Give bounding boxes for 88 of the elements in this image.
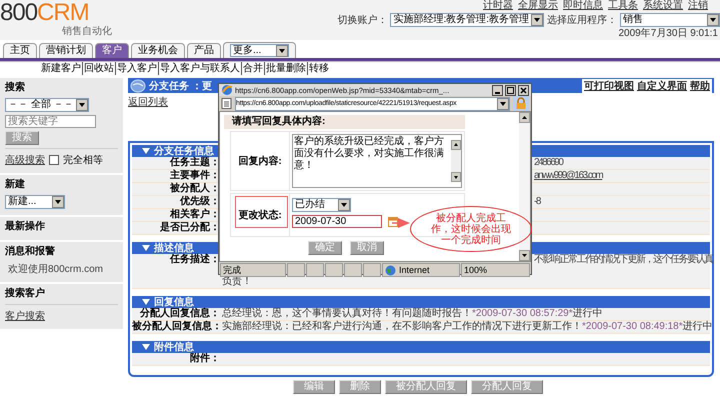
- section-title: 描述信息: [154, 242, 194, 254]
- field-label: 被分配人回复信息：: [132, 321, 220, 333]
- dropdown[interactable]: 更多...: [230, 44, 289, 57]
- tab[interactable]: 业务机会: [131, 43, 185, 58]
- nav-link[interactable]: 导入客户: [115, 62, 158, 75]
- callout-text: 被分配人完成工作，这时候会出现一个完成时间: [430, 212, 512, 246]
- checkbox-label: 完全相等: [63, 154, 103, 167]
- field-label: 回复内容:: [231, 132, 290, 190]
- back-link[interactable]: 返回列表: [128, 95, 168, 109]
- section-title: 回复信息: [154, 296, 194, 308]
- section-title: 消息和报警: [5, 245, 55, 259]
- nav-link[interactable]: 新建客户: [40, 62, 82, 75]
- page-title: 分支任务 ：更: [149, 80, 212, 92]
- sidebar-link[interactable]: 高级搜索: [5, 153, 45, 167]
- lock-icon: [513, 96, 529, 111]
- field-label: 任务描述：: [168, 254, 220, 267]
- field-value: 2486690: [534, 157, 562, 168]
- field-label: 优先级：: [178, 196, 220, 208]
- zone-text: Internet: [399, 264, 430, 276]
- section-title: 分支任务信息: [154, 144, 214, 157]
- caret-icon: [338, 199, 350, 211]
- date-time: 2009年7月30日 9:01:1: [618, 28, 718, 40]
- field-label: 是否已分配：: [159, 222, 220, 234]
- date-field[interactable]: 2009-07-30: [292, 215, 382, 228]
- caret-icon: [276, 44, 288, 56]
- page-icon: [221, 98, 232, 109]
- reply-text: 总经理说：恩，这个事情要认真对待！有问题随时报告！*2009-07-30 08:57:29*进行中: [222, 308, 604, 320]
- top-link[interactable]: 即时信息: [563, 0, 603, 11]
- calendar-icon: [388, 216, 398, 227]
- dropdown[interactable]: 销售: [620, 13, 720, 27]
- welcome-text: 欢迎使用800crm.com: [7, 262, 104, 276]
- field-label: 任务主题：: [168, 157, 220, 169]
- form-heading: 请填写回复具体内容:: [224, 115, 465, 129]
- field-value: -8: [534, 196, 540, 207]
- nav-link[interactable]: 导入客户与联系人: [158, 62, 241, 75]
- globe-icon: [130, 78, 146, 92]
- section-title: 附件信息: [154, 340, 194, 353]
- field-label: 附件：: [189, 353, 220, 365]
- app-label: 选择应用程序：: [547, 14, 617, 27]
- caret-icon: [531, 14, 543, 26]
- email-link[interactable]: anww999@163.com: [534, 170, 602, 181]
- top-link[interactable]: 全屏显示: [518, 0, 558, 11]
- tool-link[interactable]: 可打印视图: [584, 78, 634, 92]
- logo: 800CRM: [0, 0, 89, 26]
- tab[interactable]: 主页: [3, 43, 37, 58]
- section-title: 新建: [5, 178, 25, 192]
- caret-icon: [707, 14, 719, 26]
- caret-icon: [52, 196, 64, 208]
- sidebar-link[interactable]: 客户搜索: [5, 309, 45, 323]
- top-link[interactable]: 计时器: [483, 0, 513, 11]
- highlight-frame: [235, 196, 288, 228]
- section-title: 搜索: [5, 81, 25, 95]
- tab[interactable]: 营销计划: [39, 43, 93, 58]
- arrow: [392, 218, 410, 228]
- status-text: 完成: [220, 263, 286, 277]
- tab[interactable]: 客户: [95, 43, 129, 58]
- section-title: 最新操作: [5, 220, 45, 234]
- triangle-icon: [142, 148, 150, 154]
- triangle-icon: [142, 344, 150, 350]
- dropdown[interactable]: 实施部经理:教务管理:教务管理: [390, 13, 544, 27]
- zoom-control[interactable]: 100%: [461, 263, 530, 277]
- dropdown[interactable]: －－ 全部 －－: [5, 98, 89, 112]
- nav-link[interactable]: 合并: [241, 62, 264, 75]
- field-label: 主要事件：: [169, 170, 220, 182]
- reply-textarea[interactable]: 客户的系统升级已经完成，客户方面没有什么要求，对实施工作很满意！: [292, 134, 462, 188]
- field-label: 相关客户：: [168, 209, 220, 221]
- triangle-icon: [142, 299, 150, 305]
- tool-link[interactable]: 帮助: [690, 78, 710, 92]
- field-label: 更改状态:: [231, 194, 290, 236]
- top-link[interactable]: 工具条: [608, 0, 638, 11]
- browser-icon: [221, 84, 233, 96]
- logo-tagline: 销售自动化: [61, 26, 112, 37]
- dropdown[interactable]: 已办结: [292, 198, 351, 212]
- tab[interactable]: 产品: [187, 43, 221, 58]
- globe-icon: [385, 264, 396, 276]
- field-label: 分配人回复信息：: [138, 308, 220, 320]
- nav-link[interactable]: 转移: [307, 62, 330, 75]
- nav-link[interactable]: 回收站: [82, 62, 115, 75]
- account-label: 切换账户：: [337, 14, 388, 27]
- checkbox[interactable]: [49, 155, 59, 165]
- reply-text: 实施部经理说：已经和客户进行沟通，在不影响客户工作的情况下进行更新工作！*2009-07-30 08:49:18*进行中: [222, 321, 710, 333]
- caret-icon: [76, 99, 88, 111]
- nav-link[interactable]: 批量删除: [264, 62, 307, 75]
- triangle-icon: [142, 245, 150, 251]
- section-title: 搜索客户: [5, 287, 45, 301]
- field-label: 被分配人：: [168, 183, 220, 195]
- tool-link[interactable]: 自定义界面: [637, 78, 687, 92]
- dropdown[interactable]: 新建...: [5, 195, 65, 209]
